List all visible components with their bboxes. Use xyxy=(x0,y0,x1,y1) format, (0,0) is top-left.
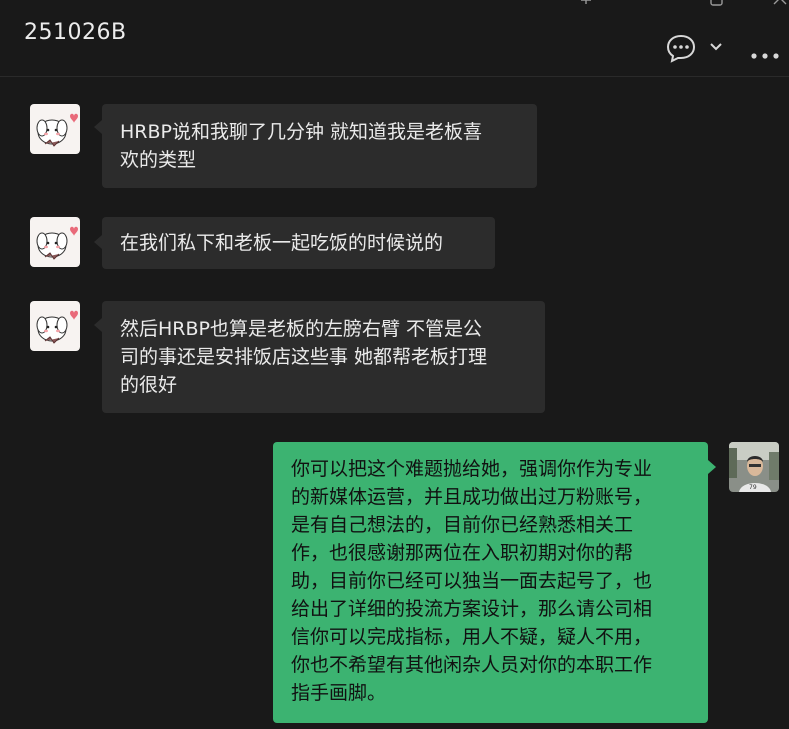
maximize-icon[interactable] xyxy=(709,0,725,12)
message-bubble[interactable]: 然后HRBP也算是老板的左膀右臂 不管是公 司的事还是安排饭店这些事 她都帮老板… xyxy=(102,301,545,413)
chat-header: 251026B xyxy=(0,0,789,77)
bubble-tail xyxy=(94,120,102,134)
message-line: 的新媒体运营，并且成功做出过万粉账号， xyxy=(291,486,653,508)
chat-title: 251026B xyxy=(24,20,127,45)
pin-icon[interactable] xyxy=(578,0,594,12)
message-line: HRBP说和我聊了几分钟 就知道我是老板喜 xyxy=(120,121,483,143)
bubble-tail xyxy=(708,460,716,474)
message-line: 欢的类型 xyxy=(120,149,197,171)
message-bubble[interactable]: HRBP说和我聊了几分钟 就知道我是老板喜 欢的类型 xyxy=(102,104,537,188)
message-line: 助，目前你已经可以独当一面去起号了，也 xyxy=(291,570,653,592)
svg-text:79: 79 xyxy=(749,484,757,491)
contact-avatar[interactable] xyxy=(30,217,80,267)
chevron-down-icon[interactable] xyxy=(708,38,724,57)
message-line: 你也不希望有其他闲杂人员对你的本职工作 xyxy=(291,654,653,676)
message-line: 给出了详细的投流方案设计，那么请公司相 xyxy=(291,598,653,620)
message-line: 作，也很感谢那两位在入职初期对你的帮 xyxy=(291,542,634,564)
message-line: 你可以把这个难题抛给她，强调你作为专业 xyxy=(291,458,653,480)
message-line: 是有自己想法的，目前你已经熟悉相关工 xyxy=(291,514,634,536)
close-icon[interactable] xyxy=(772,0,788,12)
bubble-tail xyxy=(94,318,102,332)
message-line: 司的事还是安排饭店这些事 她都帮老板打理 xyxy=(120,346,488,368)
message-line: 的很好 xyxy=(120,374,178,396)
message-line: 指手画脚。 xyxy=(291,682,387,704)
message-bubble[interactable]: 你可以把这个难题抛给她，强调你作为专业 的新媒体运营，并且成功做出过万粉账号， … xyxy=(273,442,708,723)
bubble-tail xyxy=(94,235,102,249)
contact-avatar[interactable] xyxy=(30,104,80,154)
chat-bubble-icon[interactable] xyxy=(665,33,697,67)
message-line: 然后HRBP也算是老板的左膀右臂 不管是公 xyxy=(120,318,483,340)
message-bubble[interactable]: 在我们私下和老板一起吃饭的时候说的 xyxy=(102,217,495,269)
contact-avatar[interactable] xyxy=(30,301,80,351)
message-line: 信你可以完成指标，用人不疑，疑人不用， xyxy=(291,626,653,648)
user-avatar[interactable]: 79 xyxy=(729,442,779,492)
message-line: 在我们私下和老板一起吃饭的时候说的 xyxy=(120,232,444,254)
more-options-icon[interactable] xyxy=(750,44,780,63)
